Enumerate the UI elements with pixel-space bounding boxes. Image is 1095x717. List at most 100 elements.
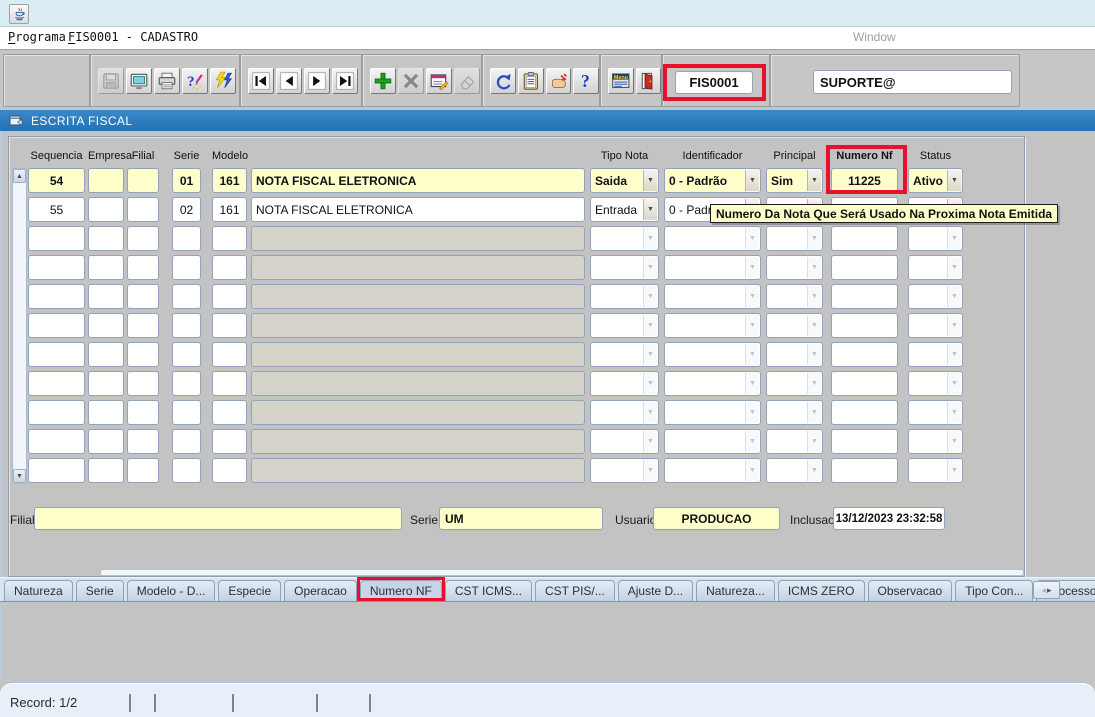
principal-dropdown[interactable]: ▼ xyxy=(766,284,823,309)
tab-serie[interactable]: Serie xyxy=(76,580,124,601)
inclusao-field[interactable]: 13/12/2023 23:32:58 xyxy=(833,507,945,530)
username-field[interactable]: SUPORTE@ xyxy=(813,70,1012,94)
chevron-down-icon[interactable]: ▼ xyxy=(643,431,657,452)
empresa-field[interactable] xyxy=(88,313,124,338)
identificador-dropdown[interactable]: ▼ xyxy=(664,255,761,280)
status-dropdown[interactable]: ▼ xyxy=(908,226,963,251)
principal-dropdown[interactable]: Sim▼ xyxy=(766,168,823,193)
status-dropdown[interactable]: ▼ xyxy=(908,458,963,483)
filial-field[interactable] xyxy=(127,371,159,396)
tab-numero-nf[interactable]: Numero NF xyxy=(360,580,442,601)
identificador-dropdown[interactable]: ▼ xyxy=(664,400,761,425)
serie-field[interactable] xyxy=(172,226,201,251)
status-dropdown[interactable]: ▼ xyxy=(908,429,963,454)
serie-field[interactable] xyxy=(172,400,201,425)
principal-dropdown[interactable]: ▼ xyxy=(766,313,823,338)
serie-detail-field[interactable]: UM xyxy=(439,507,603,530)
menu-window[interactable]: Window xyxy=(853,30,896,44)
print-preview-button[interactable] xyxy=(126,68,152,94)
filial-field[interactable] xyxy=(127,255,159,280)
filial-field[interactable] xyxy=(127,197,159,222)
numero-nf-field[interactable] xyxy=(831,226,898,251)
usuario-field[interactable]: PRODUCAO xyxy=(653,507,780,530)
tipo-nota-dropdown[interactable]: ▼ xyxy=(590,371,659,396)
tab-modelo-d[interactable]: Modelo - D... xyxy=(127,580,216,601)
clear-record-button[interactable] xyxy=(454,68,480,94)
sequencia-field[interactable] xyxy=(28,226,85,251)
chevron-down-icon[interactable]: ▼ xyxy=(643,170,657,191)
empresa-field[interactable] xyxy=(88,197,124,222)
descricao-field[interactable]: NOTA FISCAL ELETRONICA xyxy=(251,168,585,193)
numero-nf-field[interactable] xyxy=(831,284,898,309)
delete-record-button[interactable] xyxy=(398,68,424,94)
chevron-down-icon[interactable]: ▼ xyxy=(947,228,961,249)
chevron-down-icon[interactable]: ▼ xyxy=(643,199,657,220)
modelo-field[interactable] xyxy=(212,371,247,396)
filial-field[interactable] xyxy=(127,400,159,425)
identificador-dropdown[interactable]: ▼ xyxy=(664,284,761,309)
sequencia-field[interactable] xyxy=(28,458,85,483)
empresa-field[interactable] xyxy=(88,429,124,454)
show-keys-button[interactable] xyxy=(546,68,572,94)
next-record-button[interactable] xyxy=(304,68,330,94)
enter-query-button[interactable]: ? xyxy=(182,68,208,94)
tipo-nota-dropdown[interactable]: Saida▼ xyxy=(590,168,659,193)
identificador-dropdown[interactable]: ▼ xyxy=(664,313,761,338)
chevron-down-icon[interactable]: ▼ xyxy=(807,431,821,452)
filial-field[interactable] xyxy=(127,284,159,309)
tipo-nota-dropdown[interactable]: ▼ xyxy=(590,342,659,367)
chevron-down-icon[interactable]: ▼ xyxy=(643,373,657,394)
tipo-nota-dropdown[interactable]: ▼ xyxy=(590,400,659,425)
save-button[interactable] xyxy=(98,68,124,94)
modelo-field[interactable] xyxy=(212,400,247,425)
filial-field[interactable] xyxy=(127,226,159,251)
serie-field[interactable] xyxy=(172,284,201,309)
chevron-down-icon[interactable]: ▼ xyxy=(807,170,821,191)
filial-field[interactable] xyxy=(127,342,159,367)
modelo-field[interactable] xyxy=(212,429,247,454)
status-dropdown[interactable]: ▼ xyxy=(908,400,963,425)
serie-field[interactable] xyxy=(172,313,201,338)
tipo-nota-dropdown[interactable]: Entrada▼ xyxy=(590,197,659,222)
list-of-values-button[interactable] xyxy=(426,68,452,94)
chevron-down-icon[interactable]: ▼ xyxy=(643,257,657,278)
tab-observacao[interactable]: Observacao xyxy=(868,580,953,601)
empresa-field[interactable] xyxy=(88,168,124,193)
principal-dropdown[interactable]: ▼ xyxy=(766,342,823,367)
last-record-button[interactable] xyxy=(332,68,358,94)
status-dropdown[interactable]: ▼ xyxy=(908,284,963,309)
modelo-field[interactable] xyxy=(212,255,247,280)
chevron-down-icon[interactable]: ▼ xyxy=(947,170,961,191)
chevron-down-icon[interactable]: ▼ xyxy=(947,431,961,452)
serie-field[interactable] xyxy=(172,371,201,396)
tab-natureza[interactable]: Natureza... xyxy=(696,580,775,601)
filial-detail-field[interactable] xyxy=(34,507,402,530)
insert-record-button[interactable] xyxy=(370,68,396,94)
numero-nf-field[interactable] xyxy=(831,429,898,454)
principal-dropdown[interactable]: ▼ xyxy=(766,429,823,454)
grid-horizontal-scrollbar[interactable] xyxy=(100,569,1024,576)
chevron-down-icon[interactable]: ▼ xyxy=(807,373,821,394)
sequencia-field[interactable] xyxy=(28,342,85,367)
filial-field[interactable] xyxy=(127,168,159,193)
sequencia-field[interactable]: 54 xyxy=(28,168,85,193)
identificador-dropdown[interactable]: ▼ xyxy=(664,371,761,396)
sequencia-field[interactable] xyxy=(28,284,85,309)
undo-button[interactable] xyxy=(490,68,516,94)
tab-especie[interactable]: Especie xyxy=(218,580,281,601)
status-dropdown[interactable]: ▼ xyxy=(908,371,963,396)
tab-ajuste-d[interactable]: Ajuste D... xyxy=(618,580,693,601)
serie-field[interactable] xyxy=(172,255,201,280)
chevron-down-icon[interactable]: ▼ xyxy=(807,228,821,249)
tab-operacao[interactable]: Operacao xyxy=(284,580,357,601)
menu-button[interactable]: Menu xyxy=(608,68,634,94)
modelo-field[interactable] xyxy=(212,226,247,251)
first-record-button[interactable] xyxy=(248,68,274,94)
chevron-down-icon[interactable]: ▼ xyxy=(807,344,821,365)
tab-icms-zero[interactable]: ICMS ZERO xyxy=(778,580,865,601)
program-code-field[interactable]: FIS0001 xyxy=(675,71,753,94)
sequencia-field[interactable] xyxy=(28,313,85,338)
numero-nf-field[interactable] xyxy=(831,371,898,396)
tipo-nota-dropdown[interactable]: ▼ xyxy=(590,313,659,338)
tab-scroll-button[interactable]: ◂▸ xyxy=(1033,581,1060,599)
